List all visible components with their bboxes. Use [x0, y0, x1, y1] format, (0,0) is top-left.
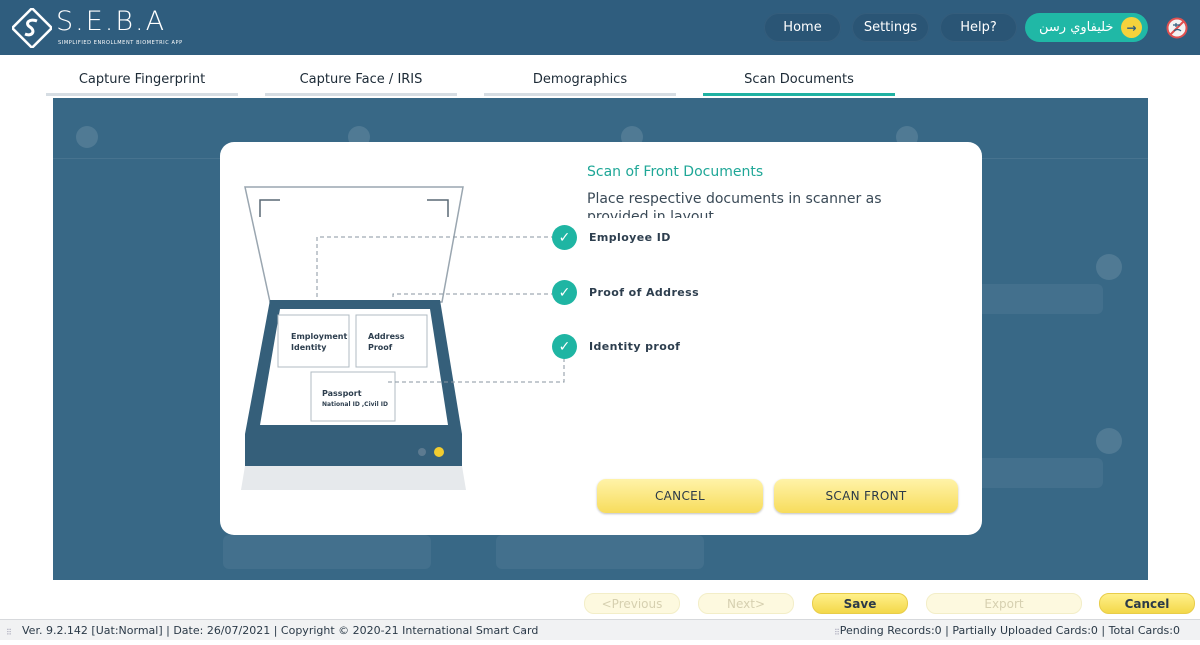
checklist-label: Employee ID [589, 231, 671, 244]
scan-front-button[interactable]: SCAN FRONT [774, 479, 958, 513]
logo-text: S.E.B.A [56, 6, 167, 37]
tab-demographics[interactable]: Demographics [484, 72, 676, 96]
logo-subtitle: SIMPLIFIED ENROLLMENT BIOMETRIC APP [58, 40, 183, 46]
check-icon: ✓ [552, 280, 577, 305]
tab-underline [484, 93, 676, 96]
scanner-led-on [434, 447, 444, 457]
doc-passport-label-1: Passport [322, 389, 362, 398]
backdrop-ghost-field [973, 458, 1103, 488]
next-button[interactable]: Next> [698, 593, 794, 614]
backdrop-ghost-button [223, 535, 431, 569]
export-button[interactable]: Export [926, 593, 1082, 614]
doc-employment-label-1: Employment [291, 332, 347, 341]
user-button[interactable]: خليفاوي رسن → [1025, 13, 1148, 42]
app-window: S.E.B.A SIMPLIFIED ENROLLMENT BIOMETRIC … [0, 0, 1200, 645]
seba-logo-icon [12, 8, 52, 48]
checklist-label: Identity proof [589, 340, 681, 353]
tab-label: Capture Face / IRIS [299, 72, 423, 87]
logout-arrow-icon: → [1121, 17, 1142, 38]
tab-underline [265, 93, 457, 96]
settings-button[interactable]: Settings [852, 13, 929, 42]
tab-underline-active [703, 93, 895, 96]
tab-scan-documents[interactable]: Scan Documents [703, 72, 895, 96]
cancel-button[interactable]: Cancel [1099, 593, 1195, 614]
doc-employment-label-2: Identity [291, 343, 327, 352]
user-name: خليفاوي رسن [1039, 20, 1114, 35]
tab-label: Scan Documents [744, 72, 854, 87]
previous-button[interactable]: <Previous [584, 593, 680, 614]
resize-grip-icon: ⠿ [6, 628, 12, 637]
records-status-text: Pending Records:0 | Partially Uploaded C… [839, 624, 1180, 637]
scanner-lid [244, 186, 464, 303]
scanner-led-off [418, 448, 426, 456]
doc-address [355, 314, 428, 368]
backdrop-search-icon [1096, 254, 1122, 280]
tab-strip: Capture Fingerprint Capture Face / IRIS … [0, 55, 1200, 98]
dialog-cancel-button[interactable]: CANCEL [597, 479, 763, 513]
resize-grip-icon: ⠿ [520, 628, 526, 637]
doc-address-label-1: Address [368, 332, 405, 341]
header-bar: S.E.B.A SIMPLIFIED ENROLLMENT BIOMETRIC … [0, 0, 1200, 55]
help-button[interactable]: Help? [940, 13, 1017, 42]
scanner-base [241, 466, 466, 490]
doc-address-label-2: Proof [368, 343, 393, 352]
checklist-item-proof-of-address: ✓ Proof of Address [552, 280, 699, 305]
tab-capture-fingerprint[interactable]: Capture Fingerprint [46, 72, 238, 96]
tab-label: Demographics [532, 72, 628, 87]
doc-passport-label-2: National ID ,Civil ID [322, 401, 388, 408]
backdrop-search-icon [1096, 428, 1122, 454]
check-icon: ✓ [552, 225, 577, 250]
version-status-text: Ver. 9.2.142 [Uat:Normal] | Date: 26/07/… [22, 624, 539, 637]
save-button[interactable]: Save [812, 593, 908, 614]
home-button[interactable]: Home [764, 13, 841, 42]
tab-label: Capture Fingerprint [78, 72, 206, 87]
backdrop-ghost-icon [76, 126, 98, 148]
dialog-instructions: Place respective documents in scanner as… [587, 191, 882, 218]
scanner-front [245, 434, 462, 466]
tab-underline [46, 93, 238, 96]
dialog-title: Scan of Front Documents [587, 164, 764, 180]
checklist-item-employee-id: ✓ Employee ID [552, 225, 671, 250]
doc-employment [277, 314, 350, 368]
backdrop-ghost-field [973, 284, 1103, 314]
scanner-illustration: Employment Identity Address Proof Passpo… [241, 186, 565, 490]
checklist-item-identity-proof: ✓ Identity proof [552, 334, 680, 359]
no-language-icon[interactable] [1166, 17, 1188, 39]
check-icon: ✓ [552, 334, 577, 359]
tab-capture-face-iris[interactable]: Capture Face / IRIS [265, 72, 457, 96]
scan-front-dialog: Employment Identity Address Proof Passpo… [220, 142, 982, 535]
checklist-label: Proof of Address [589, 286, 700, 299]
backdrop-ghost-button [496, 535, 704, 569]
status-bar: ⠿ Ver. 9.2.142 [Uat:Normal] | Date: 26/0… [0, 619, 1200, 640]
